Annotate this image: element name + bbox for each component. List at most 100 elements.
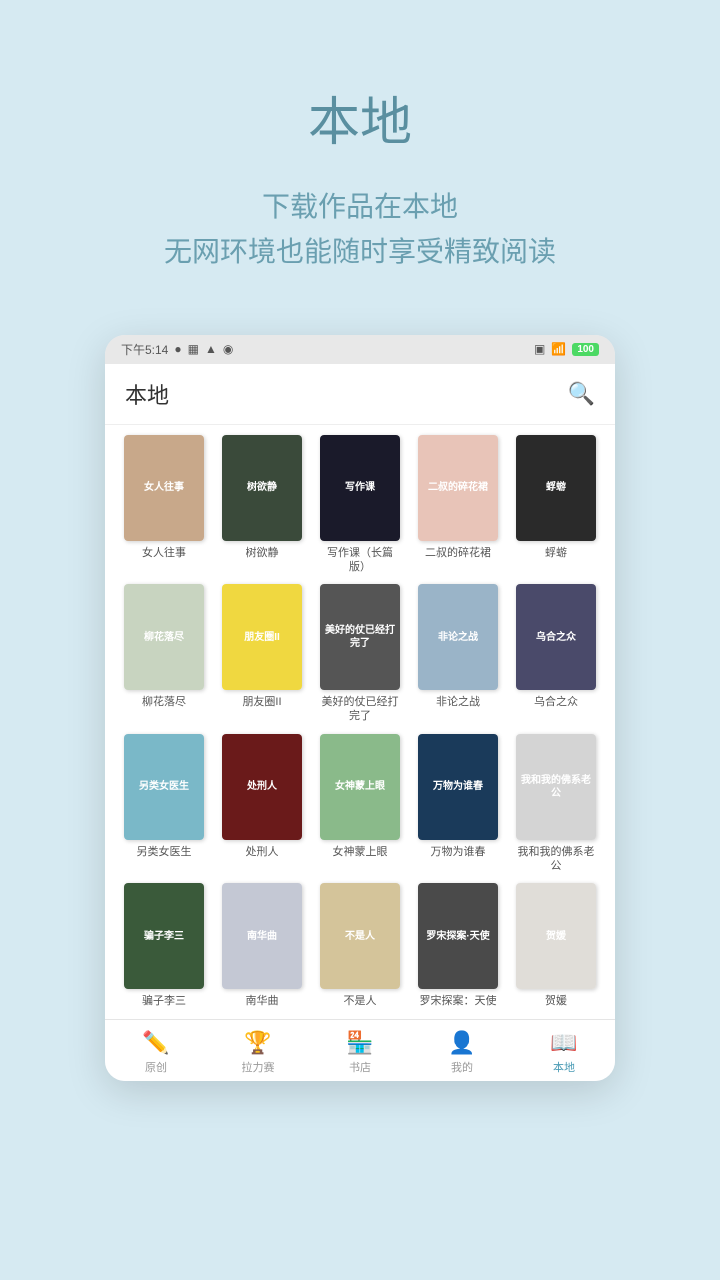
- book-title: 骗子李三: [142, 994, 186, 1008]
- book-item[interactable]: 不是人 不是人: [315, 883, 405, 1008]
- book-title: 不是人: [344, 994, 377, 1008]
- book-cover: 女神蒙上眼: [320, 734, 400, 840]
- book-item[interactable]: 骗子李三 骗子李三: [119, 883, 209, 1008]
- status-bar: 下午5:14 ● ▦ ▲ ◉ ▣ 📶 100: [105, 335, 615, 364]
- nav-item-lalasai[interactable]: 🏆 拉力赛: [218, 1030, 298, 1075]
- message-icon: ▦: [188, 342, 199, 356]
- nav-item-yuanchuang[interactable]: ✏️ 原创: [116, 1030, 196, 1075]
- book-cover: 万物为谁春: [418, 734, 498, 840]
- book-cover: 不是人: [320, 883, 400, 989]
- book-title: 蜉蝣: [545, 546, 567, 560]
- book-cover: 蜉蝣: [516, 435, 596, 541]
- book-cover-image: 不是人: [320, 883, 400, 989]
- book-cover-image: 女神蒙上眼: [320, 734, 400, 840]
- book-item[interactable]: 我和我的佛系老公 我和我的佛系老公: [511, 734, 601, 874]
- book-title: 贺媛: [545, 994, 567, 1008]
- book-cover: 罗宋探案·天使: [418, 883, 498, 989]
- nav-item-wode[interactable]: 👤 我的: [422, 1030, 502, 1075]
- book-cover-image: 贺媛: [516, 883, 596, 989]
- book-cover-image: 我和我的佛系老公: [516, 734, 596, 840]
- book-title: 树欲静: [246, 546, 279, 560]
- book-cover: 柳花落尽: [124, 584, 204, 690]
- book-title: 乌合之众: [534, 695, 578, 709]
- book-title: 处刑人: [246, 845, 279, 859]
- nav-item-bendi[interactable]: 📖 本地: [524, 1030, 604, 1075]
- book-cover: 处刑人: [222, 734, 302, 840]
- book-title: 万物为谁春: [431, 845, 486, 859]
- book-title: 柳花落尽: [142, 695, 186, 709]
- book-title: 非论之战: [436, 695, 480, 709]
- nav-label-yuanchuang: 原创: [145, 1059, 167, 1075]
- book-title: 我和我的佛系老公: [516, 845, 596, 874]
- book-item[interactable]: 另类女医生 另类女医生: [119, 734, 209, 874]
- phone-mockup: 下午5:14 ● ▦ ▲ ◉ ▣ 📶 100 本地 🔍 女人往事 女人往事 树欲…: [105, 335, 615, 1081]
- book-item[interactable]: 柳花落尽 柳花落尽: [119, 584, 209, 724]
- book-cover: 南华曲: [222, 883, 302, 989]
- notification-icon: ●: [174, 342, 181, 356]
- book-title: 另类女医生: [137, 845, 192, 859]
- book-cover-image: 写作课: [320, 435, 400, 541]
- nav-label-bendi: 本地: [553, 1059, 575, 1075]
- book-item[interactable]: 处刑人 处刑人: [217, 734, 307, 874]
- book-cover: 树欲静: [222, 435, 302, 541]
- nav-icon-lalasai: 🏆: [244, 1030, 271, 1056]
- book-title: 朋友圈II: [242, 695, 281, 709]
- nav-item-shudian[interactable]: 🏪 书店: [320, 1030, 400, 1075]
- alert-icon: ▲: [205, 342, 217, 356]
- book-cover-image: 树欲静: [222, 435, 302, 541]
- wifi-icon: 📶: [551, 342, 566, 356]
- book-cover-image: 美好的仗已经打完了: [320, 584, 400, 690]
- book-title: 罗宋探案：天使: [420, 994, 497, 1008]
- book-cover: 女人往事: [124, 435, 204, 541]
- book-cover-image: 朋友圈II: [222, 584, 302, 690]
- book-title: 女人往事: [142, 546, 186, 560]
- book-cover: 二叔的碎花裙: [418, 435, 498, 541]
- book-title: 南华曲: [246, 994, 279, 1008]
- book-item[interactable]: 万物为谁春 万物为谁春: [413, 734, 503, 874]
- book-cover-image: 处刑人: [222, 734, 302, 840]
- nav-icon-shudian: 🏪: [346, 1030, 373, 1056]
- book-item[interactable]: 女神蒙上眼 女神蒙上眼: [315, 734, 405, 874]
- hero-subtitle-line2: 无网环境也能随时享受精致阅读: [164, 236, 556, 267]
- book-item[interactable]: 蜉蝣 蜉蝣: [511, 435, 601, 575]
- book-title: 二叔的碎花裙: [425, 546, 491, 560]
- book-cover-image: 非论之战: [418, 584, 498, 690]
- book-cover-image: 二叔的碎花裙: [418, 435, 498, 541]
- search-icon[interactable]: 🔍: [568, 381, 595, 407]
- book-cover: 乌合之众: [516, 584, 596, 690]
- nav-icon-yuanchuang: ✏️: [142, 1030, 169, 1056]
- book-cover: 贺媛: [516, 883, 596, 989]
- book-item[interactable]: 二叔的碎花裙 二叔的碎花裙: [413, 435, 503, 575]
- hero-section: 本地 下载作品在本地 无网环境也能随时享受精致阅读: [0, 0, 720, 315]
- book-cover-image: 柳花落尽: [124, 584, 204, 690]
- book-cover: 美好的仗已经打完了: [320, 584, 400, 690]
- book-item[interactable]: 罗宋探案·天使 罗宋探案：天使: [413, 883, 503, 1008]
- book-title: 美好的仗已经打完了: [320, 695, 400, 724]
- book-cover-image: 南华曲: [222, 883, 302, 989]
- sync-icon: ◉: [223, 342, 233, 356]
- book-item[interactable]: 树欲静 树欲静: [217, 435, 307, 575]
- time-display: 下午5:14: [121, 341, 168, 358]
- nav-label-wode: 我的: [451, 1059, 473, 1075]
- book-item[interactable]: 非论之战 非论之战: [413, 584, 503, 724]
- book-cover: 我和我的佛系老公: [516, 734, 596, 840]
- book-cover-image: 女人往事: [124, 435, 204, 541]
- books-grid: 女人往事 女人往事 树欲静 树欲静 写作课 写作课（长篇版） 二叔的碎花裙 二叔…: [105, 425, 615, 1019]
- book-cover: 另类女医生: [124, 734, 204, 840]
- hero-title: 本地: [40, 80, 680, 155]
- nav-label-shudian: 书店: [349, 1059, 371, 1075]
- book-cover-image: 万物为谁春: [418, 734, 498, 840]
- book-item[interactable]: 南华曲 南华曲: [217, 883, 307, 1008]
- hero-subtitle-line1: 下载作品在本地: [262, 191, 458, 222]
- book-cover: 写作课: [320, 435, 400, 541]
- book-item[interactable]: 写作课 写作课（长篇版）: [315, 435, 405, 575]
- book-title: 女神蒙上眼: [333, 845, 388, 859]
- book-item[interactable]: 美好的仗已经打完了 美好的仗已经打完了: [315, 584, 405, 724]
- book-title: 写作课（长篇版）: [320, 546, 400, 575]
- app-header: 本地 🔍: [105, 364, 615, 425]
- book-item[interactable]: 贺媛 贺媛: [511, 883, 601, 1008]
- book-cover-image: 蜉蝣: [516, 435, 596, 541]
- book-item[interactable]: 朋友圈II 朋友圈II: [217, 584, 307, 724]
- book-item[interactable]: 女人往事 女人往事: [119, 435, 209, 575]
- book-item[interactable]: 乌合之众 乌合之众: [511, 584, 601, 724]
